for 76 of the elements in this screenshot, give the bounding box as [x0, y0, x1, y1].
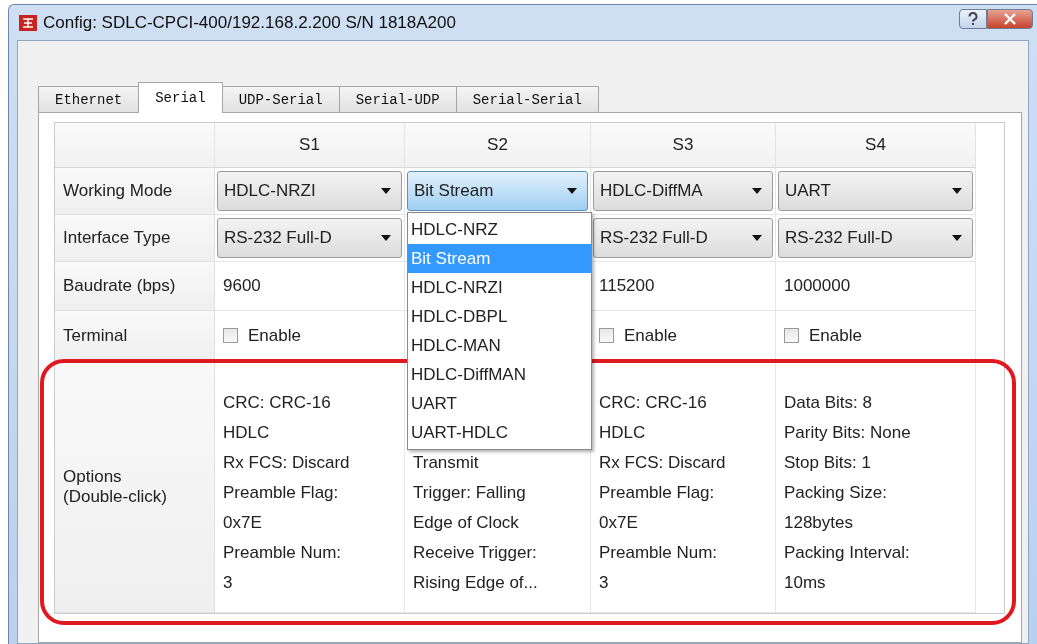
dropdown-option[interactable]: UART-HDLC — [408, 418, 591, 447]
checkbox-label: Enable — [248, 325, 301, 346]
option-text: 0x7E — [223, 512, 263, 534]
caret-icon — [752, 235, 762, 241]
table-cell-text: 115200 — [598, 276, 655, 296]
option-text: CRC: CRC-16 — [599, 392, 708, 414]
dropdown-option[interactable]: HDLC-DiffMAN — [408, 360, 591, 389]
option-text: Data Bits: 8 — [784, 392, 873, 414]
app-icon — [19, 14, 37, 31]
option-text: HDLC — [223, 422, 271, 444]
dropdown-option[interactable]: HDLC-NRZI — [408, 273, 591, 302]
dropdown[interactable]: HDLC-DiffMA — [593, 171, 773, 211]
tab[interactable]: Serial — [138, 82, 223, 113]
option-text: Receive Trigger: — [413, 542, 538, 564]
checkbox-label: Enable — [624, 325, 677, 346]
dropdown[interactable]: RS-232 Full-D — [778, 218, 973, 258]
column-header: S1 — [215, 123, 405, 168]
dropdown-option[interactable]: HDLC-MAN — [408, 331, 591, 360]
option-text: HDLC — [599, 422, 647, 444]
tab[interactable]: Ethernet — [38, 86, 140, 112]
table-cell-text: 1000000 — [783, 276, 851, 296]
row-label: Working Mode — [55, 168, 215, 215]
checkbox[interactable] — [784, 328, 799, 343]
checkbox[interactable] — [599, 328, 614, 343]
option-text: Edge of Clock — [413, 512, 520, 534]
option-text: Parity Bits: None — [784, 422, 911, 444]
option-text: Transmit — [413, 452, 480, 474]
row-label: Baudrate (bps) — [55, 262, 215, 311]
dropdown[interactable]: Bit Stream — [407, 171, 588, 211]
column-header: S4 — [776, 123, 976, 168]
close-button[interactable] — [987, 8, 1033, 29]
option-text: 128bytes — [784, 512, 854, 534]
option-text: Trigger: Falling — [413, 482, 527, 504]
option-text: Rising Edge of... — [413, 572, 538, 594]
option-text: Rx FCS: Discard — [223, 452, 350, 474]
dropdown[interactable]: RS-232 Full-D — [593, 218, 773, 258]
dropdown[interactable]: HDLC-NRZI — [217, 171, 402, 211]
caret-icon — [567, 188, 577, 194]
option-text: Preamble Flag: — [599, 482, 716, 504]
dropdown[interactable]: UART — [778, 171, 973, 211]
row-label: Options (Double-click) — [55, 361, 215, 613]
caret-icon — [752, 188, 762, 194]
help-icon — [967, 11, 979, 26]
option-text: Stop Bits: 1 — [784, 452, 872, 474]
tab[interactable]: Serial-Serial — [455, 86, 599, 112]
tab[interactable]: Serial-UDP — [338, 86, 457, 112]
option-text: 3 — [223, 572, 234, 594]
option-text: Packing Interval: — [784, 542, 911, 564]
help-button[interactable] — [959, 8, 987, 29]
option-text: 3 — [599, 572, 610, 594]
tab[interactable]: UDP-Serial — [221, 86, 340, 112]
checkbox-label: Enable — [809, 325, 862, 346]
dropdown-option[interactable]: UART — [408, 389, 591, 418]
row-label: Interface Type — [55, 215, 215, 262]
table-cell-text: 9600 — [222, 276, 261, 296]
dropdown[interactable]: RS-232 Full-D — [217, 218, 402, 258]
column-header: S3 — [591, 123, 776, 168]
option-text: Packing Size: — [784, 482, 888, 504]
window-title: Config: SDLC-CPCI-400/192.168.2.200 S/N 1818A200 — [43, 12, 456, 33]
option-text: Preamble Flag: — [223, 482, 340, 504]
close-icon — [1004, 12, 1016, 25]
dropdown-option[interactable]: HDLC-NRZ — [408, 215, 591, 244]
dropdown-option[interactable]: HDLC-DBPL — [408, 302, 591, 331]
caret-icon — [381, 235, 391, 241]
caret-icon — [952, 188, 962, 194]
row-label: Terminal — [55, 311, 215, 361]
column-header: S2 — [405, 123, 591, 168]
option-text: Preamble Num: — [223, 542, 343, 564]
caret-icon — [381, 188, 391, 194]
option-text: 0x7E — [599, 512, 639, 534]
option-text: Preamble Num: — [599, 542, 719, 564]
option-text: Rx FCS: Discard — [599, 452, 726, 474]
checkbox[interactable] — [223, 328, 238, 343]
option-text: 10ms — [784, 572, 827, 594]
option-text: CRC: CRC-16 — [223, 392, 332, 414]
caret-icon — [952, 235, 962, 241]
